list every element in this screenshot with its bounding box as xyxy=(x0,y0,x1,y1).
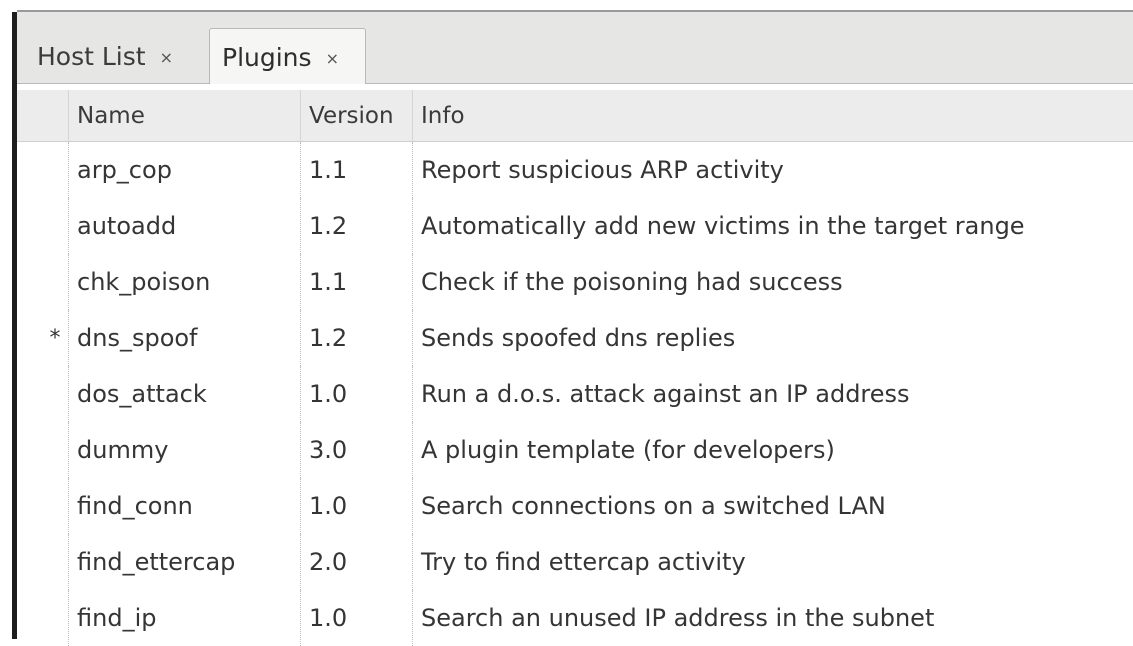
plugin-version: 1.0 xyxy=(300,590,412,646)
tab-host-list[interactable]: Host List × xyxy=(27,28,211,84)
table-row[interactable]: dos_attack 1.0 Run a d.o.s. attack again… xyxy=(17,366,1133,422)
tab-bar: Host List × Plugins × xyxy=(17,12,1133,85)
table-row[interactable]: dummy 3.0 A plugin template (for develop… xyxy=(17,422,1133,478)
plugin-version: 1.0 xyxy=(300,366,412,422)
plugin-name: find_ip xyxy=(68,590,300,646)
plugin-version: 1.1 xyxy=(300,142,412,198)
tab-host-list-label: Host List xyxy=(37,41,146,71)
plugin-info: Sends spoofed dns replies xyxy=(412,310,1133,366)
loaded-marker: * xyxy=(49,325,61,351)
tab-plugins[interactable]: Plugins × xyxy=(209,28,366,85)
plugin-name: find_conn xyxy=(68,478,300,534)
plugin-version: 1.0 xyxy=(300,478,412,534)
loaded-marker xyxy=(43,590,67,646)
plugin-info: A plugin template (for developers) xyxy=(412,422,1133,478)
plugin-info: Run a d.o.s. attack against an IP addres… xyxy=(412,366,1133,422)
plugin-info: Search an unused IP address in the subne… xyxy=(412,590,1133,646)
plugin-version: 2.0 xyxy=(300,534,412,590)
loaded-marker xyxy=(43,198,67,254)
plugin-name: arp_cop xyxy=(68,142,300,198)
table-row[interactable]: chk_poison 1.1 Check if the poisoning ha… xyxy=(17,254,1133,310)
plugin-info: Automatically add new victims in the tar… xyxy=(412,198,1133,254)
table-row[interactable]: arp_cop 1.1 Report suspicious ARP activi… xyxy=(17,142,1133,198)
table-row[interactable]: find_ip 1.0 Search an unused IP address … xyxy=(17,590,1133,646)
plugin-info: Search connections on a switched LAN xyxy=(412,478,1133,534)
plugin-name: dos_attack xyxy=(68,366,300,422)
plugin-version: 1.2 xyxy=(300,310,412,366)
plugins-table: Name Version Info arp_cop 1.1 Report sus… xyxy=(17,84,1133,646)
table-body: arp_cop 1.1 Report suspicious ARP activi… xyxy=(17,142,1133,646)
table-header: Name Version Info xyxy=(17,90,1133,142)
plugin-info: Report suspicious ARP activity xyxy=(412,142,1133,198)
plugins-window: Host List × Plugins × Name Version Info … xyxy=(0,0,1133,646)
loaded-marker xyxy=(43,422,67,478)
column-header-info[interactable]: Info xyxy=(412,90,1133,142)
plugin-version: 1.2 xyxy=(300,198,412,254)
plugin-info: Try to find ettercap activity xyxy=(412,534,1133,590)
loaded-marker xyxy=(43,142,67,198)
table-row[interactable]: * dns_spoof 1.2 Sends spoofed dns replie… xyxy=(17,310,1133,366)
plugin-version: 1.1 xyxy=(300,254,412,310)
loaded-marker xyxy=(43,366,67,422)
tab-plugins-close-icon[interactable]: × xyxy=(326,49,339,68)
loaded-marker xyxy=(43,534,67,590)
table-row[interactable]: find_ettercap 2.0 Try to find ettercap a… xyxy=(17,534,1133,590)
column-header-name[interactable]: Name xyxy=(68,90,300,142)
loaded-marker xyxy=(43,478,67,534)
plugin-name: dns_spoof xyxy=(68,310,300,366)
table-row[interactable]: find_conn 1.0 Search connections on a sw… xyxy=(17,478,1133,534)
plugin-info: Check if the poisoning had success xyxy=(412,254,1133,310)
plugin-name: autoadd xyxy=(68,198,300,254)
plugin-name: find_ettercap xyxy=(68,534,300,590)
plugin-name: dummy xyxy=(68,422,300,478)
tab-plugins-label: Plugins xyxy=(222,42,312,72)
loaded-marker xyxy=(43,254,67,310)
table-row[interactable]: autoadd 1.2 Automatically add new victim… xyxy=(17,198,1133,254)
plugin-name: chk_poison xyxy=(68,254,300,310)
column-header-version[interactable]: Version xyxy=(300,90,412,142)
plugin-version: 3.0 xyxy=(300,422,412,478)
tab-host-list-close-icon[interactable]: × xyxy=(160,48,173,67)
